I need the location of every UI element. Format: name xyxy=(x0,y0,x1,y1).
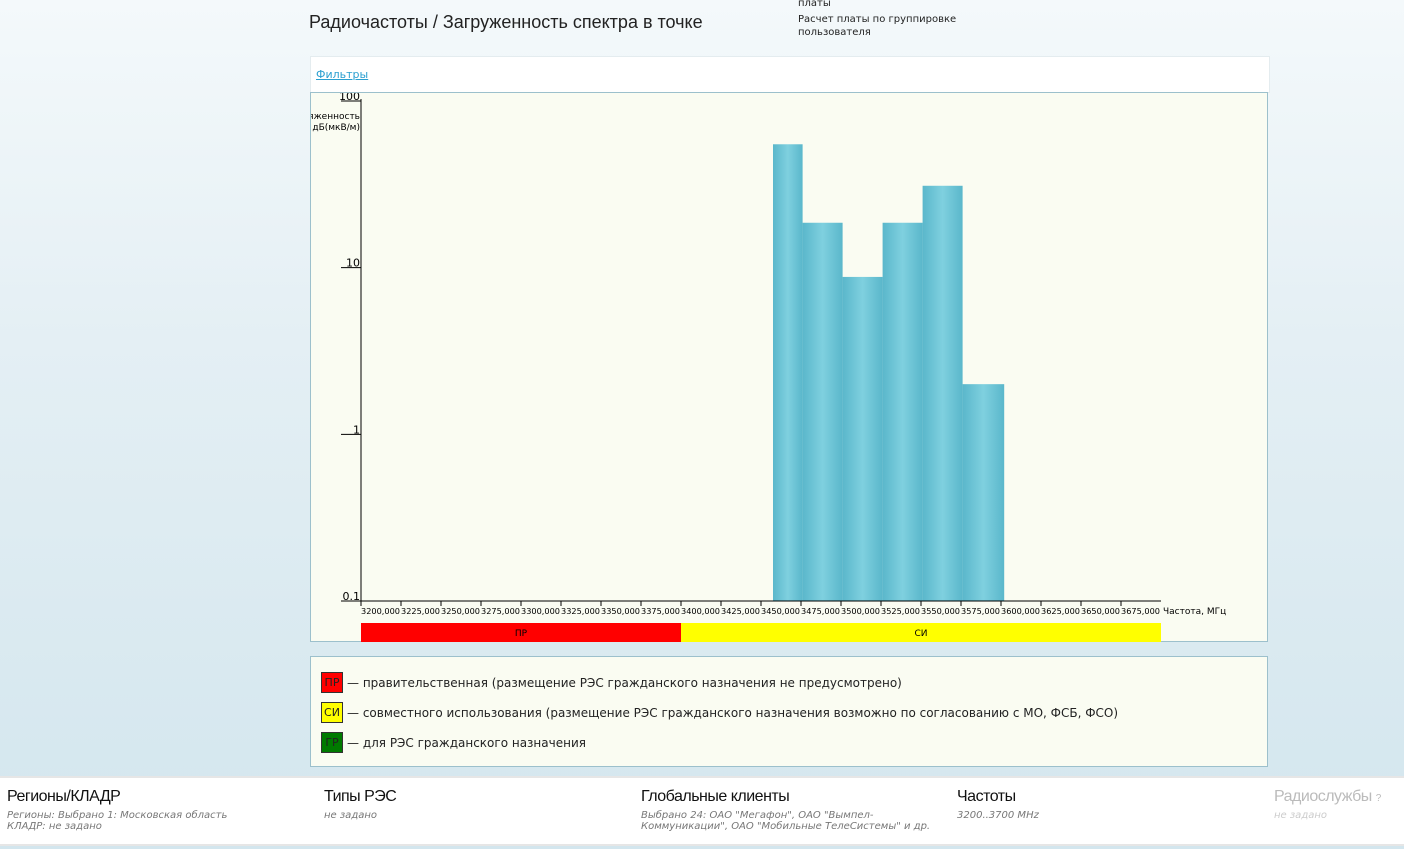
x-axis-label: Частота, МГц xyxy=(1163,607,1226,617)
y-axis-label: дБ(мкВ/м) xyxy=(312,123,360,133)
x-tick-label: 3600,000 xyxy=(1001,606,1040,616)
footer-value: Коммуникации", ОАО "Мобильные ТелеСистем… xyxy=(641,821,931,832)
footer-title[interactable]: Регионы/КЛАДР xyxy=(7,788,227,806)
top-link[interactable]: Расчет платы по группировке пользователя xyxy=(798,13,968,39)
x-tick-label: 3350,000 xyxy=(601,606,640,616)
x-tick-label: 3575,000 xyxy=(961,606,1000,616)
legend-text: — совместного использования (размещение … xyxy=(347,705,1119,720)
x-tick-label: 3675,000 xyxy=(1121,606,1160,616)
x-tick-label: 3650,000 xyxy=(1081,606,1120,616)
filter-summary-bar: Регионы/КЛАДР Регионы: Выбрано 1: Московс… xyxy=(0,776,1404,846)
chart-svg: 100 10 1 0.1 яженностьдБ(мкВ/м) 3200,000 3225,… xyxy=(311,93,1226,642)
x-tick-label: 3500,000 xyxy=(841,606,880,616)
y-tick-label: 1 xyxy=(353,423,360,436)
x-tick-label: 3225,000 xyxy=(401,606,440,616)
y-tick-label: 0.1 xyxy=(343,590,361,603)
footer-res-types[interactable]: Типы РЭС не задано xyxy=(324,788,397,821)
footer-title[interactable]: Типы РЭС xyxy=(324,788,397,806)
x-tick-label: 3400,000 xyxy=(681,606,720,616)
top-link[interactable]: платы xyxy=(798,0,968,10)
page-title: Радиочастоты / Загруженность спектра в т… xyxy=(309,12,703,32)
legend-swatch: ГР xyxy=(321,732,343,753)
footer-title[interactable]: Частоты xyxy=(957,788,1039,806)
footer-title: Радиослужбы xyxy=(1274,788,1372,805)
x-tick-label: 3475,000 xyxy=(801,606,840,616)
x-tick-label: 3300,000 xyxy=(521,606,560,616)
footer-value: не задано xyxy=(324,810,378,821)
x-tick-label: 3625,000 xyxy=(1041,606,1080,616)
footer-global-clients[interactable]: Глобальные клиенты Выбрано 24: ОАО "Мегаф… xyxy=(641,788,930,832)
footer-regions[interactable]: Регионы/КЛАДР Регионы: Выбрано 1: Московс… xyxy=(7,788,227,832)
x-tick-label: 3275,000 xyxy=(481,606,520,616)
help-icon[interactable]: ? xyxy=(1376,793,1382,804)
legend-item: ГР — для РЭС гражданского назначения xyxy=(321,732,586,753)
legend-panel: ПР — правительственная (размещение РЭС гр… xyxy=(310,656,1268,767)
filters-panel: Фильтры xyxy=(310,56,1270,93)
footer-radio-services: Радиослужбы ? не задано xyxy=(1274,788,1381,821)
legend-text: — для РЭС гражданского назначения xyxy=(347,735,586,750)
band-label: СИ xyxy=(914,629,927,639)
y-tick-label: 10 xyxy=(346,257,360,270)
legend-swatch: ПР xyxy=(321,672,343,693)
legend-item: ПР — правительственная (размещение РЭС гр… xyxy=(321,672,902,693)
bar xyxy=(962,384,1005,601)
bar xyxy=(842,276,883,601)
x-tick-label: 3425,000 xyxy=(721,606,760,616)
x-tick-label: 3525,000 xyxy=(881,606,920,616)
y-tick-label: 100 xyxy=(339,93,360,103)
bar xyxy=(773,144,803,601)
footer-value: Регионы: Выбрано 1: Московская область xyxy=(7,810,228,821)
x-tick-label: 3250,000 xyxy=(441,606,480,616)
x-tick-label: 3325,000 xyxy=(561,606,600,616)
x-tick-label: 3450,000 xyxy=(761,606,800,616)
bar xyxy=(882,222,923,601)
legend-swatch: СИ xyxy=(321,702,343,723)
legend-text: — правительственная (размещение РЭС граж… xyxy=(347,675,902,690)
x-tick-label: 3200,000 xyxy=(361,606,400,616)
filters-link[interactable]: Фильтры xyxy=(316,68,368,81)
x-tick-label: 3375,000 xyxy=(641,606,680,616)
band-label: ПР xyxy=(515,629,528,639)
y-axis-label: яженность xyxy=(311,112,360,122)
spectrum-chart: 100 10 1 0.1 яженность дБ(мкВ/м) 3200,000 3225,… xyxy=(310,92,1268,642)
footer-frequencies[interactable]: Частоты 3200..3700 MHz xyxy=(957,788,1039,821)
top-links: платы Расчет платы по группировке пользо… xyxy=(798,0,968,42)
bar xyxy=(922,185,963,601)
x-tick-label: 3550,000 xyxy=(921,606,960,616)
legend-item: СИ — совместного использования (размещени… xyxy=(321,702,1118,723)
footer-value: не задано xyxy=(1274,810,1328,821)
bar xyxy=(802,222,843,601)
footer-title[interactable]: Глобальные клиенты xyxy=(641,788,930,806)
footer-value: 3200..3700 MHz xyxy=(957,810,1039,821)
footer-value: Выбрано 24: ОАО "Мегафон", ОАО "Вымпел- xyxy=(641,810,874,821)
footer-value: КЛАДР: не задано xyxy=(7,821,102,832)
